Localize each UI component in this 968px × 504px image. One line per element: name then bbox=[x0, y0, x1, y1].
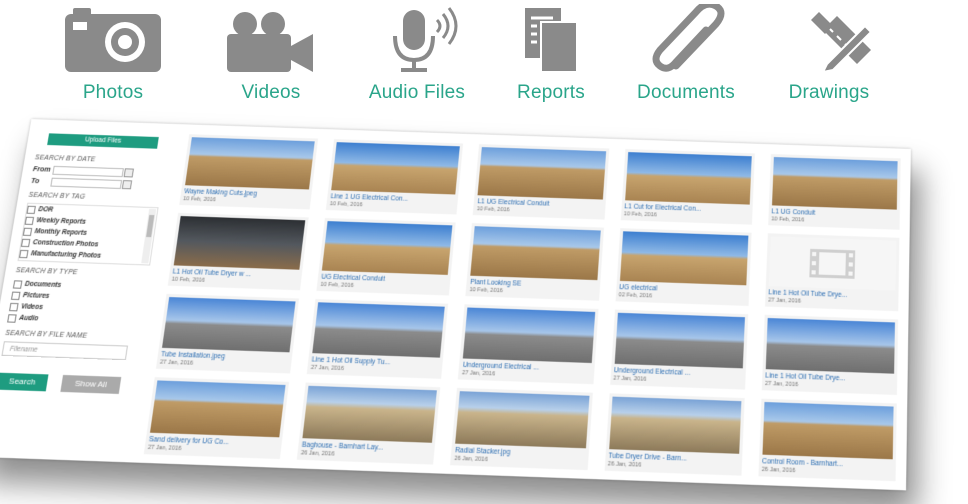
category-documents[interactable]: Documents bbox=[611, 0, 761, 104]
photo-thumbnail[interactable] bbox=[625, 152, 752, 205]
checkbox[interactable] bbox=[25, 216, 34, 224]
photo-thumbnail[interactable] bbox=[609, 397, 741, 454]
search-by-filename-heading: SEARCH BY FILE NAME bbox=[5, 330, 140, 342]
from-date-input[interactable] bbox=[52, 166, 124, 177]
to-date-row: To bbox=[30, 177, 162, 190]
tag-list: DOR Weekly Reports Monthly Reports Const… bbox=[17, 203, 158, 266]
checkbox[interactable] bbox=[23, 227, 32, 235]
file-tile[interactable]: Tube Installation.jpeg 27 Jan, 2016 bbox=[156, 294, 299, 374]
file-tile[interactable]: Control Room - Barnhart... 26 Jan, 2016 bbox=[758, 399, 897, 482]
photo-thumbnail[interactable] bbox=[331, 142, 460, 194]
file-tile[interactable]: Underground Electrical ... 27 Jan, 2016 bbox=[610, 310, 748, 390]
file-tile[interactable]: Baghouse - Barnhart Lay... 26 Jan, 2016 bbox=[297, 383, 441, 465]
calendar-icon[interactable] bbox=[124, 168, 134, 177]
category-label: Documents bbox=[611, 82, 761, 104]
photo-thumbnail[interactable] bbox=[614, 313, 745, 369]
file-tile[interactable]: Wayne Making Cuts.jpeg 10 Feb, 2016 bbox=[179, 134, 318, 209]
photo-thumbnail[interactable] bbox=[322, 221, 453, 275]
photo-thumbnail[interactable] bbox=[185, 137, 315, 189]
file-tile[interactable]: Tube Dryer Drive - Barn... 26 Jan, 2016 bbox=[604, 393, 744, 475]
video-camera-icon bbox=[221, 4, 321, 74]
paperclip-icon bbox=[636, 4, 736, 74]
file-grid: Wayne Making Cuts.jpeg 10 Feb, 2016 Line 1… bbox=[144, 134, 901, 481]
category-label: Videos bbox=[196, 82, 346, 104]
to-date-input[interactable] bbox=[50, 178, 122, 189]
filename-input[interactable]: Filename bbox=[1, 341, 128, 360]
checkbox[interactable] bbox=[13, 280, 23, 288]
category-videos[interactable]: Videos bbox=[196, 0, 346, 104]
film-strip-icon bbox=[809, 247, 857, 279]
file-tile[interactable]: UG electrical 02 Feb, 2016 bbox=[615, 228, 751, 306]
photo-thumbnail[interactable] bbox=[766, 318, 895, 374]
file-tile[interactable]: Plant Looking SE 10 Feb, 2016 bbox=[466, 223, 604, 301]
app-preview-stage: Upload Files SEARCH BY DATE From To SEAR… bbox=[0, 120, 968, 504]
checkbox[interactable] bbox=[11, 291, 21, 300]
checkbox[interactable] bbox=[21, 238, 30, 246]
photo-thumbnail[interactable] bbox=[772, 157, 898, 210]
file-tile[interactable]: UG Electrical Conduit 10 Feb, 2016 bbox=[317, 218, 457, 296]
photo-thumbnail[interactable] bbox=[471, 226, 601, 280]
photo-thumbnail[interactable] bbox=[150, 380, 286, 437]
search-button[interactable]: Search bbox=[0, 373, 48, 392]
photo-thumbnail[interactable] bbox=[303, 386, 438, 443]
ruler-pencil-icon bbox=[779, 4, 879, 74]
from-date-row: From bbox=[32, 165, 164, 178]
camera-icon bbox=[63, 4, 163, 74]
show-all-button[interactable]: Show All bbox=[60, 375, 121, 394]
file-tile[interactable]: L1 Cut for Electrical Con... 10 Feb, 2016 bbox=[620, 149, 754, 225]
from-label: From bbox=[32, 166, 53, 174]
photo-thumbnail[interactable] bbox=[620, 231, 749, 285]
photo-thumbnail[interactable] bbox=[463, 308, 595, 363]
file-tile[interactable]: Line 1 UG Electrical Con... 10 Feb, 2016 bbox=[326, 139, 463, 214]
category-label: Drawings bbox=[754, 82, 904, 104]
checkbox[interactable] bbox=[9, 302, 19, 311]
checkbox[interactable] bbox=[7, 314, 17, 323]
photo-thumbnail[interactable] bbox=[456, 391, 590, 448]
file-tile[interactable]: L1 UG Conduit 10 Feb, 2016 bbox=[768, 154, 901, 230]
to-label: To bbox=[30, 178, 51, 186]
category-audio-files[interactable]: Audio Files bbox=[342, 0, 492, 104]
report-pages-icon bbox=[501, 4, 601, 74]
category-label: Photos bbox=[38, 82, 188, 104]
photo-thumbnail[interactable] bbox=[478, 147, 606, 199]
file-tile[interactable]: Line 1 Hot Oil Tube Drye... 27 Jan, 2016 bbox=[765, 233, 900, 311]
file-tile[interactable]: Radial Stacker.jpg 26 Jan, 2016 bbox=[450, 388, 592, 470]
category-photos[interactable]: Photos bbox=[38, 0, 188, 104]
checkbox[interactable] bbox=[27, 205, 36, 213]
photo-thumbnail[interactable] bbox=[162, 297, 296, 352]
file-tile[interactable]: Underground Electrical ... 27 Jan, 2016 bbox=[458, 304, 598, 384]
file-tile[interactable]: Sand delivery for UG Co... 27 Jan, 2016 bbox=[144, 377, 289, 459]
category-reports[interactable]: Reports bbox=[476, 0, 626, 104]
search-by-date-heading: SEARCH BY DATE bbox=[34, 154, 165, 165]
category-icon-row: Photos Videos Audio Files Reports Docume… bbox=[0, 0, 968, 120]
file-tile[interactable]: L1 UG Electrical Conduit 10 Feb, 2016 bbox=[473, 144, 609, 220]
checkbox[interactable] bbox=[19, 249, 29, 257]
category-label: Reports bbox=[476, 82, 626, 104]
file-tile[interactable]: Line 1 Hot Oil Tube Drye... 27 Jan, 2016 bbox=[762, 315, 899, 395]
calendar-icon[interactable] bbox=[122, 180, 132, 189]
video-thumbnail[interactable] bbox=[769, 236, 897, 290]
category-drawings[interactable]: Drawings bbox=[754, 0, 904, 104]
photo-thumbnail[interactable] bbox=[762, 402, 893, 459]
file-tile[interactable]: L1 Hot Oil Tube Dryer w ... 10 Feb, 2016 bbox=[168, 213, 309, 290]
upload-files-button[interactable]: Upload Files bbox=[47, 133, 159, 148]
photo-thumbnail[interactable] bbox=[174, 216, 306, 270]
search-button-row: Search Show All bbox=[0, 373, 134, 395]
search-by-type-heading: SEARCH BY TYPE bbox=[15, 267, 149, 279]
category-label: Audio Files bbox=[342, 82, 492, 104]
search-by-tag-heading: SEARCH BY TAG bbox=[28, 192, 160, 203]
file-tile[interactable]: Line 1 Hot Oil Supply Tu... 27 Jan, 2016 bbox=[307, 299, 449, 379]
microphone-icon bbox=[367, 4, 467, 74]
photo-thumbnail[interactable] bbox=[312, 302, 445, 357]
file-manager-panel: Upload Files SEARCH BY DATE From To SEAR… bbox=[0, 119, 911, 490]
scrollbar-thumb[interactable] bbox=[146, 215, 154, 237]
